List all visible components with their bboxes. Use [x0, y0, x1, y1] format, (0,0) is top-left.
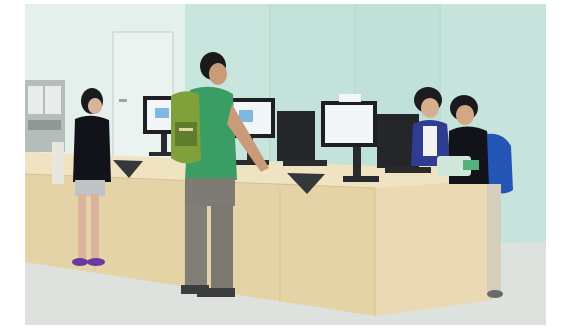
- library-counter-photo: [25, 4, 546, 325]
- backpack-green: [171, 91, 201, 164]
- photo-frame: [0, 0, 562, 329]
- door-handle: [119, 99, 127, 102]
